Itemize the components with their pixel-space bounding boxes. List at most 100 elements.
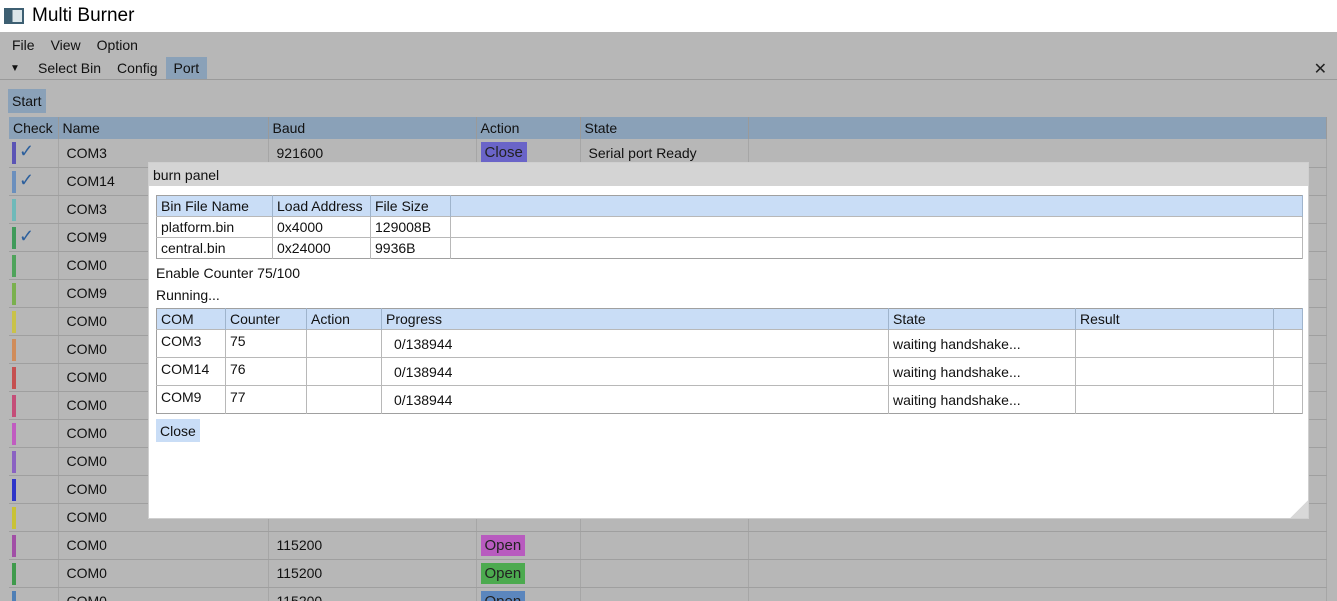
load-address: 0x4000: [272, 216, 371, 238]
port-color-indicator: [12, 562, 16, 585]
menu-option[interactable]: Option: [97, 37, 138, 53]
row-checkbox[interactable]: [9, 251, 59, 280]
table-row[interactable]: platform.bin 0x4000 129008B: [156, 216, 1303, 238]
port-color-indicator: [12, 506, 16, 529]
table-row[interactable]: COM0 115200 Open: [9, 587, 1327, 601]
column-header-action[interactable]: Action: [476, 117, 581, 139]
resize-grip-icon[interactable]: [1290, 500, 1308, 518]
column-header-action[interactable]: Action: [306, 308, 382, 330]
column-header-check[interactable]: Check: [9, 117, 59, 139]
row-checkbox[interactable]: ✓: [9, 223, 59, 252]
close-button[interactable]: Close: [156, 419, 200, 442]
action-cell: Open: [476, 587, 581, 601]
column-header-state[interactable]: State: [888, 308, 1076, 330]
column-header-progress[interactable]: Progress: [381, 308, 889, 330]
port-color-indicator: [12, 366, 16, 389]
column-header-counter[interactable]: Counter: [225, 308, 307, 330]
action-cell[interactable]: [306, 329, 382, 358]
row-checkbox[interactable]: ✓: [9, 139, 59, 168]
empty-cell: [748, 531, 1327, 560]
port-action-button[interactable]: Open: [480, 534, 526, 556]
port-action-button[interactable]: Close: [480, 142, 527, 164]
com-table-header: COM Counter Action Progress State Result: [156, 308, 1303, 330]
tab-bar: ▼ Select Bin Config Port ✕: [0, 57, 1337, 80]
column-header-bin-file-name[interactable]: Bin File Name: [156, 195, 273, 217]
result-value: [1075, 329, 1274, 358]
column-header-baud[interactable]: Baud: [268, 117, 477, 139]
column-header-result[interactable]: Result: [1075, 308, 1274, 330]
counter-value: 77: [225, 385, 307, 414]
column-header-name[interactable]: Name: [58, 117, 269, 139]
progress-value: 0/138944: [381, 329, 889, 358]
port-action-button[interactable]: Open: [480, 562, 526, 584]
row-checkbox[interactable]: [9, 587, 59, 601]
burn-panel-title: burn panel: [149, 163, 1308, 186]
port-color-indicator: [12, 198, 16, 221]
row-checkbox[interactable]: [9, 447, 59, 476]
triangle-down-icon[interactable]: ▼: [8, 61, 22, 75]
empty-cell: [1273, 329, 1303, 358]
row-checkbox[interactable]: [9, 475, 59, 504]
com-name: COM14: [156, 357, 226, 386]
checkmark-icon: ✓: [19, 141, 35, 161]
column-header-load-address[interactable]: Load Address: [272, 195, 371, 217]
action-cell: Open: [476, 559, 581, 588]
port-name: COM0: [58, 531, 269, 560]
close-icon[interactable]: ✕: [1314, 59, 1327, 79]
bin-file-name: platform.bin: [156, 216, 273, 238]
column-header-file-size[interactable]: File Size: [370, 195, 451, 217]
start-button[interactable]: Start: [8, 89, 46, 113]
row-checkbox[interactable]: [9, 419, 59, 448]
empty-cell: [450, 237, 1303, 259]
menu-view[interactable]: View: [51, 37, 81, 53]
row-checkbox[interactable]: [9, 391, 59, 420]
table-row[interactable]: COM3 75 0/138944 waiting handshake...: [156, 329, 1303, 358]
action-cell[interactable]: [306, 385, 382, 414]
tab-select-bin[interactable]: Select Bin: [30, 57, 109, 79]
state-value: waiting handshake...: [888, 357, 1076, 386]
title-bar: Multi Burner: [0, 0, 1337, 32]
row-checkbox[interactable]: [9, 307, 59, 336]
column-header-state[interactable]: State: [580, 117, 749, 139]
row-checkbox[interactable]: [9, 503, 59, 532]
row-checkbox[interactable]: [9, 279, 59, 308]
port-action-button[interactable]: Open: [480, 590, 526, 601]
table-row[interactable]: COM0 115200 Open: [9, 559, 1327, 588]
row-checkbox[interactable]: ✓: [9, 167, 59, 196]
menu-file[interactable]: File: [12, 37, 35, 53]
table-row[interactable]: COM9 77 0/138944 waiting handshake...: [156, 385, 1303, 414]
port-name: COM0: [58, 559, 269, 588]
table-row[interactable]: central.bin 0x24000 9936B: [156, 237, 1303, 259]
file-size: 9936B: [370, 237, 451, 259]
checkmark-icon: ✓: [19, 169, 35, 190]
port-color-indicator: [12, 478, 16, 501]
result-value: [1075, 357, 1274, 386]
tab-config[interactable]: Config: [109, 57, 165, 79]
table-row[interactable]: COM0 115200 Open: [9, 531, 1327, 560]
row-checkbox[interactable]: [9, 363, 59, 392]
row-checkbox[interactable]: [9, 195, 59, 224]
column-header-com[interactable]: COM: [156, 308, 226, 330]
port-color-indicator: [12, 590, 16, 601]
column-header-spacer: [450, 195, 1303, 217]
counter-value: 75: [225, 329, 307, 358]
com-progress-table: COM Counter Action Progress State Result…: [156, 308, 1303, 414]
port-color-indicator: [12, 338, 16, 361]
row-checkbox[interactable]: [9, 335, 59, 364]
window-title: Multi Burner: [32, 5, 135, 26]
port-color-indicator: [12, 310, 16, 333]
port-state: [580, 531, 749, 560]
load-address: 0x24000: [272, 237, 371, 259]
port-color-indicator: [12, 254, 16, 277]
port-color-indicator: [12, 422, 16, 445]
row-checkbox[interactable]: [9, 559, 59, 588]
port-color-indicator: [12, 170, 16, 193]
row-checkbox[interactable]: [9, 531, 59, 560]
tab-port[interactable]: Port: [165, 57, 208, 79]
baud-rate: 115200: [268, 587, 477, 601]
table-row[interactable]: COM14 76 0/138944 waiting handshake...: [156, 357, 1303, 386]
column-header-spacer: [748, 117, 1327, 139]
action-cell[interactable]: [306, 357, 382, 386]
port-state: [580, 587, 749, 601]
port-color-indicator: [12, 142, 16, 164]
